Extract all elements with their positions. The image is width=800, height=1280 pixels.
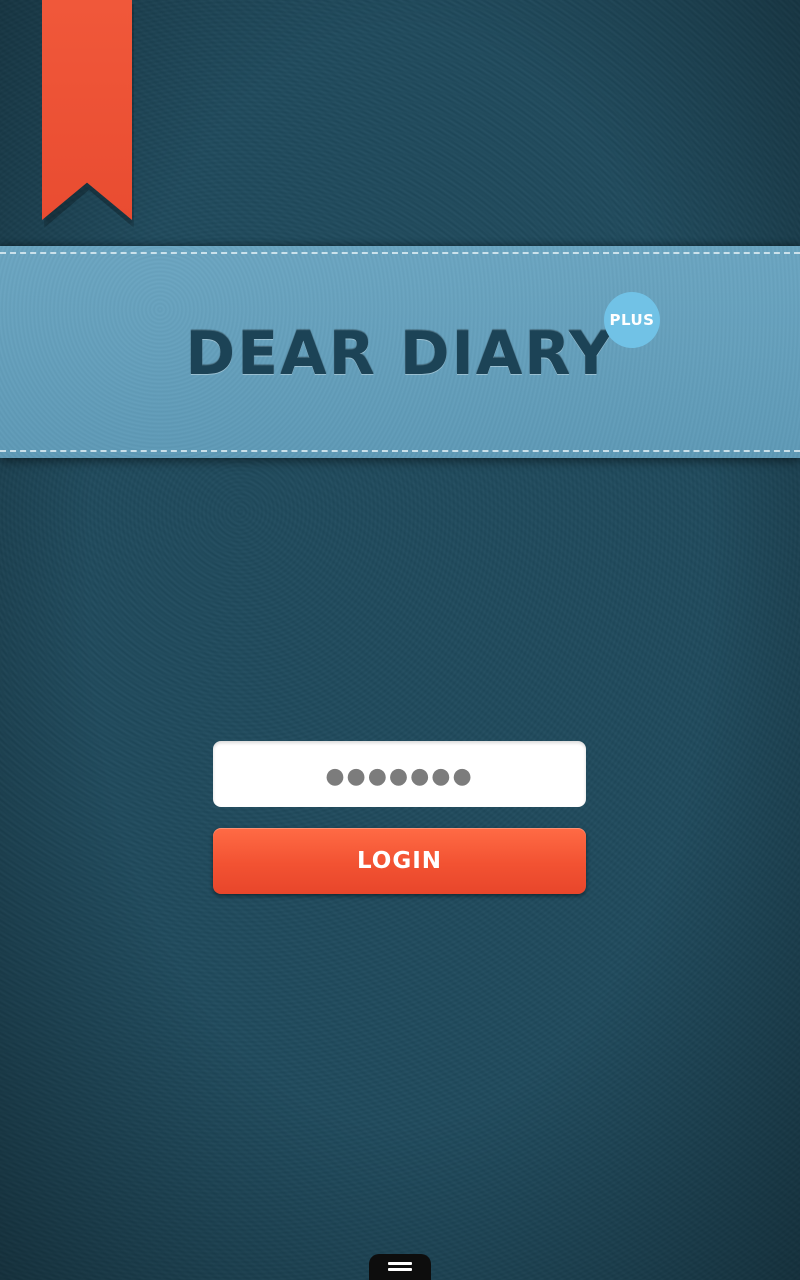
login-button[interactable]: LOGIN [213, 828, 586, 894]
banner-stitch-bottom [0, 450, 800, 452]
menu-handle-icon[interactable] [369, 1254, 431, 1280]
app-title: DEAR DIARY [185, 319, 615, 389]
handle-bar [388, 1268, 412, 1271]
plus-badge: PLUS [604, 292, 660, 348]
banner-stitch-top [0, 252, 800, 254]
password-field[interactable]: ●●●●●●● [213, 741, 586, 807]
handle-bar [388, 1262, 412, 1265]
